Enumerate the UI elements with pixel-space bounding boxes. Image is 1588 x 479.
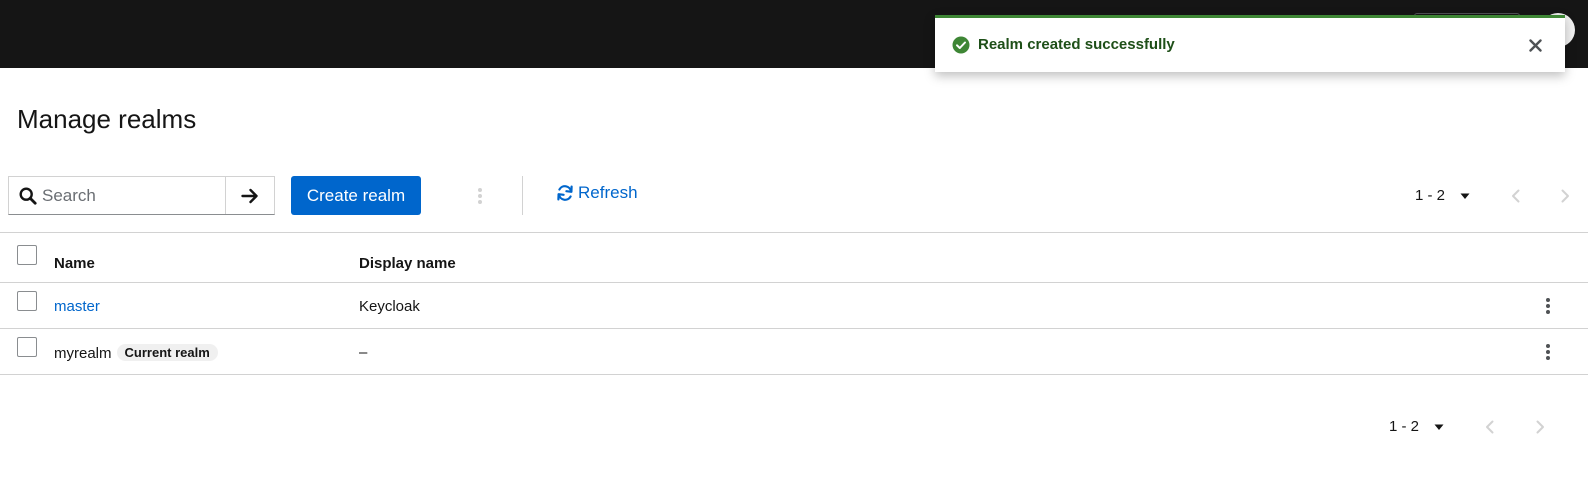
pagination-top[interactable]: 1 - 2 [1415, 187, 1471, 204]
row-checkbox[interactable] [17, 337, 37, 357]
column-header-display-name[interactable]: Display name [359, 255, 456, 272]
pagination-prev-button[interactable] [1481, 418, 1499, 436]
realm-display-name: Keycloak [359, 298, 420, 315]
caret-down-icon[interactable] [1459, 190, 1471, 202]
caret-down-icon[interactable] [1433, 421, 1445, 433]
toolbar-divider [522, 176, 523, 215]
select-all-checkbox[interactable] [17, 245, 37, 265]
create-realm-button[interactable]: Create realm [291, 176, 421, 215]
search-submit-button[interactable] [226, 177, 274, 214]
table-header-border [0, 282, 1588, 283]
column-header-name[interactable]: Name [54, 255, 95, 272]
pagination-next-button[interactable] [1556, 187, 1574, 205]
kebab-icon [478, 188, 482, 204]
refresh-button[interactable]: Refresh [556, 183, 638, 203]
table-top-border [0, 232, 1588, 233]
refresh-icon [557, 185, 573, 201]
row-actions-button[interactable] [1538, 341, 1558, 363]
chevron-right-icon [1536, 420, 1544, 434]
close-toast-button[interactable] [1525, 35, 1545, 55]
chevron-left-icon [1486, 420, 1494, 434]
chevron-left-icon [1512, 189, 1520, 203]
realm-name-cell: myrealm Current realm [54, 344, 218, 362]
realm-name: myrealm [54, 345, 112, 362]
success-toast: Realm created successfully [935, 15, 1565, 72]
search-input[interactable] [42, 177, 222, 214]
search-box [8, 176, 275, 215]
current-realm-badge: Current realm [116, 344, 218, 361]
pagination-label: 1 - 2 [1415, 187, 1446, 204]
close-icon [1528, 38, 1542, 52]
realm-name-link[interactable]: master [54, 298, 100, 315]
kebab-icon [1546, 298, 1550, 314]
toast-title: Realm created successfully [978, 36, 1175, 53]
kebab-icon [1546, 344, 1550, 360]
check-circle-icon [952, 36, 970, 54]
realm-display-name: – [359, 344, 368, 361]
page-title: Manage realms [17, 104, 197, 134]
pagination-next-button[interactable] [1531, 418, 1549, 436]
search-icon [19, 187, 37, 205]
arrow-right-icon [241, 188, 258, 203]
search-field [9, 177, 226, 214]
refresh-label: Refresh [578, 183, 638, 202]
pagination-label: 1 - 2 [1389, 418, 1420, 435]
row-actions-button[interactable] [1538, 295, 1558, 317]
row-checkbox[interactable] [17, 291, 37, 311]
toolbar-kebab-button[interactable] [470, 184, 490, 208]
chevron-right-icon [1561, 189, 1569, 203]
pagination-bottom[interactable]: 1 - 2 [1389, 418, 1445, 435]
row-divider [0, 328, 1588, 329]
pagination-prev-button[interactable] [1507, 187, 1525, 205]
table-bottom-border [0, 374, 1588, 375]
